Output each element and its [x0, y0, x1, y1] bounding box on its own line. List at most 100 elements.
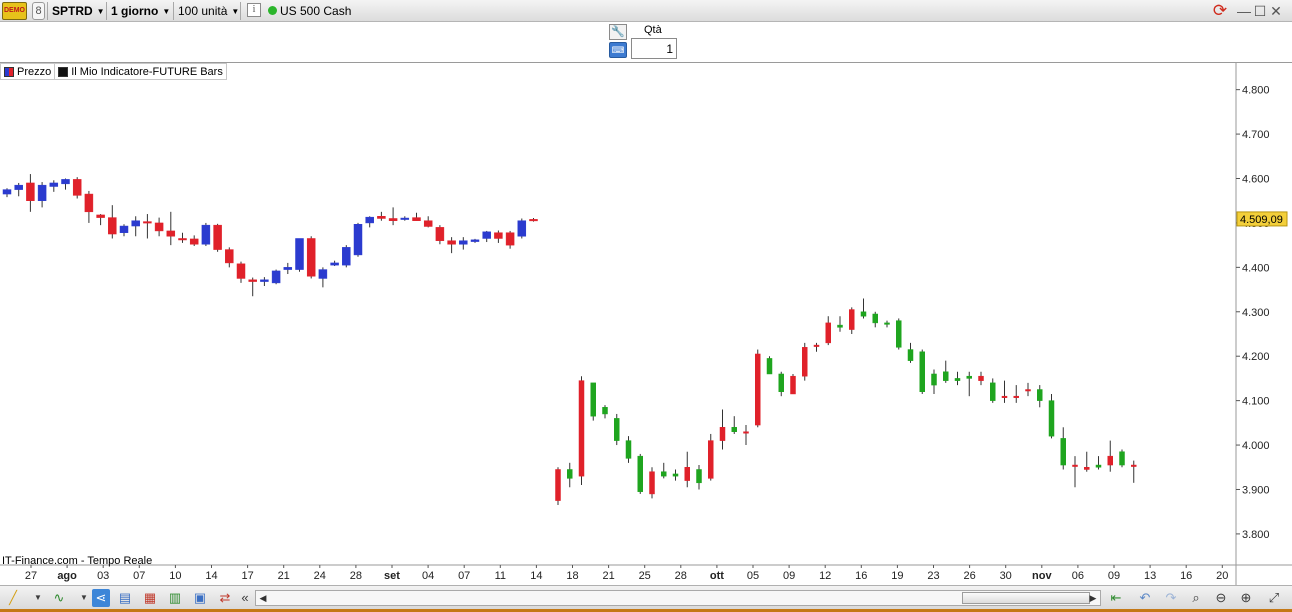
candle-body	[990, 382, 996, 401]
wrench-icon[interactable]: 🔧	[609, 24, 627, 40]
maximize-button[interactable]: ☐	[1253, 2, 1267, 20]
y-tick-label: 4.200	[1242, 351, 1270, 363]
scroll-right-arrow-icon[interactable]: ▶	[1087, 591, 1099, 605]
chevron-down-icon[interactable]: ▼	[29, 589, 47, 607]
expand-icon[interactable]: ⤢	[1265, 589, 1283, 607]
symbol-selector[interactable]: SPTRD ▼	[52, 3, 105, 19]
y-tick-label: 4.700	[1242, 129, 1270, 141]
candle-body	[72, 179, 82, 196]
undo-icon[interactable]: ↶	[1136, 589, 1154, 607]
x-tick-label: 19	[891, 570, 903, 582]
toolbar-divider	[240, 2, 241, 20]
candle-body	[283, 267, 293, 270]
settings-grip-icon[interactable]: 8	[32, 2, 45, 20]
candle-body	[365, 216, 374, 224]
symbol-label: SPTRD	[52, 4, 93, 18]
x-tick-label: 07	[133, 570, 145, 582]
candle-body	[825, 322, 831, 344]
candle-body	[1060, 438, 1066, 466]
toolbar-divider	[173, 2, 174, 20]
candle-body	[896, 320, 902, 348]
candle-body	[1013, 395, 1019, 398]
candle-body	[108, 217, 117, 235]
zoom-fit-icon[interactable]: ⌕	[1187, 589, 1205, 607]
candle-body	[555, 469, 561, 501]
collapse-left-icon[interactable]: «	[236, 589, 254, 607]
candle-body	[966, 375, 972, 379]
candle-body	[318, 269, 328, 279]
x-tick-label: 16	[1180, 570, 1192, 582]
redo-icon[interactable]: ↷	[1162, 589, 1180, 607]
x-tick-label: ago	[57, 570, 77, 582]
qty-input[interactable]	[631, 38, 677, 59]
candle-body	[1131, 464, 1137, 467]
candle-body	[755, 353, 761, 426]
candle-body	[213, 224, 222, 250]
candle-body	[590, 382, 596, 417]
candle-body	[166, 230, 176, 237]
keyboard-icon[interactable]: ⌨	[609, 42, 627, 58]
y-tick-label: 4.000	[1242, 440, 1270, 452]
legend-swatch	[58, 66, 69, 77]
candle-body	[719, 427, 726, 441]
list-icon[interactable]: ▥	[166, 589, 184, 607]
candle-body	[26, 182, 35, 201]
candle-body	[872, 313, 878, 324]
x-tick-label: 16	[855, 570, 867, 582]
go-to-end-icon[interactable]: ⇤	[1107, 589, 1125, 607]
candle-body	[14, 184, 23, 190]
candle-body	[517, 220, 527, 237]
candle-body	[1048, 400, 1055, 437]
zoom-out-icon[interactable]: ⊖	[1212, 589, 1230, 607]
report-icon[interactable]: ▦	[141, 589, 159, 607]
price-chart[interactable]: 4.8004.7004.6004.5004.4004.3004.2004.100…	[0, 63, 1292, 585]
share-icon[interactable]: ⋖	[92, 589, 110, 607]
candle-body	[943, 371, 949, 381]
zoom-in-icon[interactable]: ⊕	[1237, 589, 1255, 607]
y-tick-label: 3.800	[1242, 529, 1270, 541]
x-tick-label: 27	[25, 570, 37, 582]
candle-body	[178, 238, 187, 241]
scroll-left-arrow-icon[interactable]: ◀	[257, 591, 269, 605]
candle-body	[578, 380, 585, 477]
info-icon[interactable]: i	[247, 3, 261, 17]
draw-line-icon[interactable]: ╱	[4, 589, 22, 607]
x-tick-label: 09	[783, 570, 795, 582]
trade-icon[interactable]: ⇄	[216, 589, 234, 607]
legend-item-indicator[interactable]: Il Mio Indicatore-FUTURE Bars	[54, 64, 226, 79]
comment-icon[interactable]: ▤	[116, 589, 134, 607]
y-tick-label: 4.800	[1242, 85, 1270, 97]
candle-body	[459, 240, 468, 245]
y-tick-label: 4.600	[1242, 174, 1270, 186]
chevron-down-icon[interactable]: ▼	[75, 589, 93, 607]
y-tick-label: 4.100	[1242, 396, 1270, 408]
candle-body	[766, 358, 773, 375]
candle-body	[225, 249, 234, 264]
candle-body	[2, 189, 12, 195]
minimize-button[interactable]: —	[1237, 2, 1251, 20]
candle-body	[625, 440, 632, 459]
refresh-icon[interactable]: ⟳	[1210, 1, 1230, 21]
legend-label: Prezzo	[17, 65, 52, 78]
timeframe-selector[interactable]: 1 giorno ▼	[111, 3, 170, 19]
close-button[interactable]: ✕	[1269, 2, 1283, 20]
candle-body	[1072, 464, 1078, 467]
candle-body	[482, 231, 491, 239]
chart-window-icon[interactable]: ▣	[191, 589, 209, 607]
x-tick-label: 14	[205, 570, 217, 582]
chart-scrollbar[interactable]: ◀ ▶	[255, 590, 1101, 606]
legend-item-prezzo[interactable]: Prezzo	[1, 64, 54, 79]
candle-body	[435, 227, 445, 241]
x-tick-label: 06	[1072, 570, 1084, 582]
units-selector[interactable]: 100 unità ▼	[178, 3, 239, 19]
x-tick-label: 10	[169, 570, 181, 582]
x-tick-label: 28	[350, 570, 362, 582]
candle-body	[412, 217, 421, 221]
candle-body	[919, 351, 925, 392]
x-tick-label: 04	[422, 570, 434, 582]
x-tick-label: 17	[241, 570, 253, 582]
indicator-chart-icon[interactable]: ∿	[50, 589, 68, 607]
scroll-thumb[interactable]	[962, 592, 1090, 604]
toolbar-divider	[106, 2, 107, 20]
top-toolbar: DEMO 8 SPTRD ▼ 1 giorno ▼ 100 unità ▼ i US …	[0, 0, 1292, 22]
